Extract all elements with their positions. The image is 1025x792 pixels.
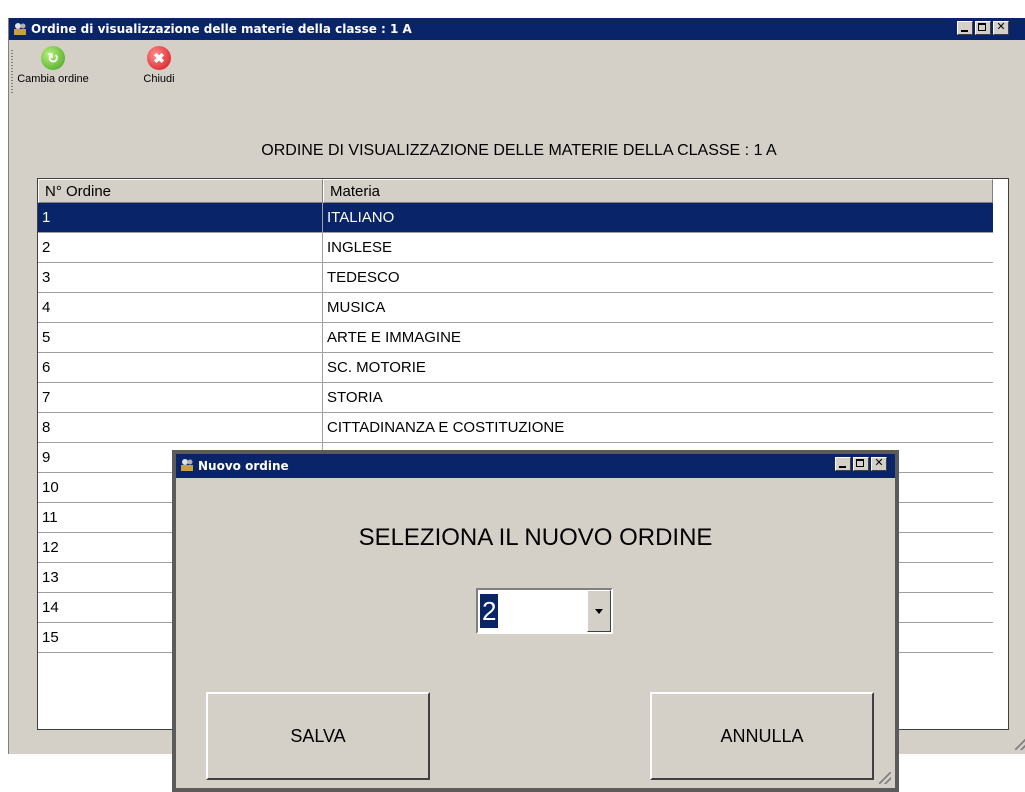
table-row[interactable]: 1 ITALIANO xyxy=(38,203,993,233)
app-icon xyxy=(14,23,26,35)
cancel-button[interactable]: ANNULLA xyxy=(650,692,874,780)
order-cell: 7 xyxy=(38,383,323,412)
close-button[interactable]: ✖ Chiudi xyxy=(139,46,179,85)
close-label: Chiudi xyxy=(143,73,175,85)
order-select-value: 2 xyxy=(480,594,499,628)
list-header: N° Ordine Materia xyxy=(38,179,993,203)
order-cell: 5 xyxy=(38,323,323,352)
order-cell: 8 xyxy=(38,413,323,442)
column-header-order[interactable]: N° Ordine xyxy=(38,179,323,203)
order-cell: 4 xyxy=(38,293,323,322)
order-cell: 2 xyxy=(38,233,323,262)
table-row[interactable]: 8 CITTADINANZA E COSTITUZIONE xyxy=(38,413,993,443)
dialog-titlebar[interactable]: Nuovo ordine xyxy=(176,454,895,478)
dialog-heading: SELEZIONA IL NUOVO ORDINE xyxy=(358,524,713,551)
minimize-button[interactable] xyxy=(957,21,973,35)
dialog-app-icon xyxy=(181,459,193,471)
table-row[interactable]: 2 INGLESE xyxy=(38,233,993,263)
dialog-title: Nuovo ordine xyxy=(198,459,289,473)
refresh-icon: ↻ xyxy=(41,46,65,70)
maximize-button[interactable] xyxy=(975,21,991,35)
change-order-button[interactable]: ↻ Cambia ordine xyxy=(13,46,93,85)
table-row[interactable]: 4 MUSICA xyxy=(38,293,993,323)
subject-cell: ITALIANO xyxy=(327,209,395,226)
subject-cell: CITTADINANZA E COSTITUZIONE xyxy=(327,419,565,436)
close-circle-icon: ✖ xyxy=(147,46,171,70)
list-heading: ORDINE DI VISUALIZZAZIONE DELLE MATERIE … xyxy=(261,142,777,159)
table-row[interactable]: 5 ARTE E IMMAGINE xyxy=(38,323,993,353)
column-header-subject[interactable]: Materia xyxy=(323,179,993,203)
subject-cell: STORIA xyxy=(327,389,383,406)
subject-cell: INGLESE xyxy=(327,239,393,256)
order-cell: 3 xyxy=(38,263,323,292)
subject-cell: ARTE E IMMAGINE xyxy=(327,329,461,346)
order-cell: 1 xyxy=(38,203,323,232)
dialog-close-button[interactable] xyxy=(871,456,887,471)
order-select[interactable]: 2 xyxy=(476,588,613,634)
dialog-minimize-button[interactable] xyxy=(835,457,851,471)
main-window-title: Ordine di visualizzazione delle materie … xyxy=(31,22,412,36)
main-titlebar[interactable]: Ordine di visualizzazione delle materie … xyxy=(9,18,1025,40)
table-row[interactable]: 3 TEDESCO xyxy=(38,263,993,293)
new-order-dialog: Nuovo ordine SELEZIONA IL NUOVO ORDINE 2… xyxy=(172,450,899,792)
dialog-maximize-button[interactable] xyxy=(853,457,869,471)
main-resize-grip[interactable] xyxy=(1015,738,1025,750)
toolbar: ↻ Cambia ordine ✖ Chiudi xyxy=(9,40,1025,100)
close-window-button[interactable] xyxy=(993,20,1009,35)
chevron-down-icon[interactable] xyxy=(587,590,611,632)
dialog-resize-grip[interactable] xyxy=(879,772,891,784)
subject-cell: MUSICA xyxy=(327,299,386,316)
subject-cell: SC. MOTORIE xyxy=(327,359,426,376)
table-row[interactable]: 6 SC. MOTORIE xyxy=(38,353,993,383)
order-cell: 6 xyxy=(38,353,323,382)
change-order-label: Cambia ordine xyxy=(17,73,89,85)
save-button[interactable]: SALVA xyxy=(206,692,430,780)
table-row[interactable]: 7 STORIA xyxy=(38,383,993,413)
subject-cell: TEDESCO xyxy=(327,269,400,286)
